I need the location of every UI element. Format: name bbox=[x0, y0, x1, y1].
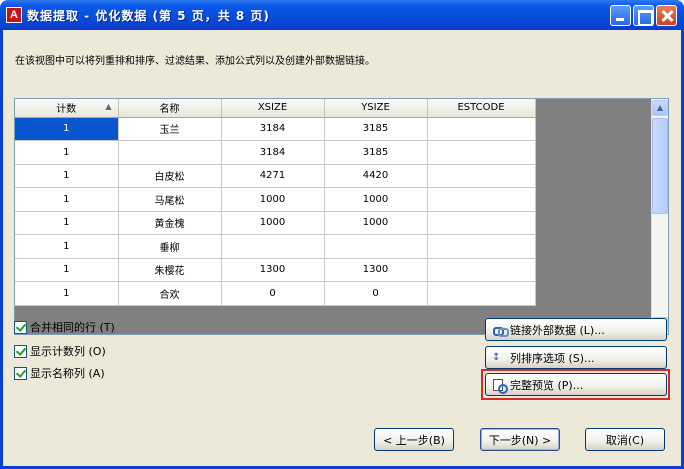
table-row[interactable]: 1 垂柳 bbox=[15, 234, 536, 259]
table-cell[interactable]: 1 bbox=[15, 234, 119, 259]
autocad-app-icon: A bbox=[6, 7, 22, 23]
merge-rows-option[interactable]: 合并相同的行 (T) bbox=[14, 319, 115, 335]
table-cell[interactable]: 垂柳 bbox=[118, 234, 222, 259]
table-cell[interactable] bbox=[118, 140, 222, 165]
table-cell[interactable]: 1 bbox=[15, 211, 119, 235]
table-cell[interactable] bbox=[427, 140, 536, 165]
column-header-count[interactable]: 计数 ▲ bbox=[15, 99, 119, 118]
data-grid[interactable]: 计数 ▲ 名称 XSIZE YSIZE ESTCODE 1 玉兰 3184 318… bbox=[14, 98, 669, 335]
scroll-up-icon[interactable]: ▲ bbox=[652, 100, 668, 116]
table-row[interactable]: 1 白皮松 4271 4420 bbox=[15, 164, 536, 188]
table-cell[interactable]: 1 bbox=[15, 140, 119, 165]
table-row[interactable]: 1 马尾松 1000 1000 bbox=[15, 187, 536, 212]
table-cell[interactable]: 1000 bbox=[324, 187, 428, 212]
column-header-estcode[interactable]: ESTCODE bbox=[427, 99, 536, 118]
table-cell[interactable]: 玉兰 bbox=[118, 117, 222, 141]
table-cell[interactable]: 马尾松 bbox=[118, 187, 222, 212]
table-cell[interactable]: 1300 bbox=[324, 258, 428, 282]
table-cell[interactable] bbox=[221, 234, 325, 259]
table-cell[interactable] bbox=[427, 187, 536, 212]
table-cell[interactable] bbox=[427, 258, 536, 282]
table-cell[interactable] bbox=[427, 281, 536, 306]
column-sort-options-label: 列排序选项 (S)... bbox=[510, 351, 595, 365]
show-name-label: 显示名称列 (A) bbox=[30, 367, 105, 380]
table-cell[interactable]: 1 bbox=[15, 258, 119, 282]
table-row[interactable]: 1 合欢 0 0 bbox=[15, 281, 536, 306]
close-button[interactable] bbox=[656, 5, 677, 26]
link-external-data-label: 链接外部数据 (L)... bbox=[510, 323, 605, 337]
table-cell[interactable] bbox=[427, 164, 536, 188]
table-row[interactable]: 1 玉兰 3184 3185 bbox=[15, 117, 536, 141]
table-cell[interactable] bbox=[427, 234, 536, 259]
instruction-text: 在该视图中可以将列重排和排序、过滤结果、添加公式列以及创建外部数据链接。 bbox=[15, 56, 375, 67]
cancel-button[interactable]: 取消(C) bbox=[585, 428, 665, 451]
scroll-thumb[interactable] bbox=[652, 118, 668, 214]
column-header-name[interactable]: 名称 bbox=[118, 99, 222, 118]
sort-icon: ↕ bbox=[492, 351, 501, 363]
back-button[interactable]: < 上一步(B) bbox=[374, 428, 454, 451]
table-row[interactable]: 1 3184 3185 bbox=[15, 140, 536, 165]
full-preview-button[interactable]: 完整预览 (P)... bbox=[485, 373, 667, 396]
merge-rows-checkbox[interactable] bbox=[14, 320, 27, 334]
next-button[interactable]: 下一步(N) > bbox=[480, 428, 560, 451]
column-sort-options-button[interactable]: ↕ 列排序选项 (S)... bbox=[485, 346, 667, 369]
table-cell[interactable]: 1 bbox=[15, 187, 119, 212]
table-cell[interactable] bbox=[324, 234, 428, 259]
link-icon bbox=[492, 323, 509, 337]
table-cell[interactable]: 白皮松 bbox=[118, 164, 222, 188]
link-external-data-button[interactable]: 链接外部数据 (L)... bbox=[485, 318, 667, 341]
table-cell[interactable]: 黄金槐 bbox=[118, 211, 222, 235]
table-row[interactable]: 1 黄金槐 1000 1000 bbox=[15, 211, 536, 235]
data-table: 计数 ▲ 名称 XSIZE YSIZE ESTCODE 1 玉兰 3184 318… bbox=[15, 99, 536, 306]
column-header-xsize[interactable]: XSIZE bbox=[221, 99, 325, 118]
show-count-option[interactable]: 显示计数列 (O) bbox=[14, 343, 106, 359]
preview-icon bbox=[492, 378, 508, 394]
show-count-checkbox[interactable] bbox=[14, 344, 27, 358]
table-cell[interactable]: 3184 bbox=[221, 117, 325, 141]
maximize-button[interactable] bbox=[633, 5, 654, 26]
show-name-checkbox[interactable] bbox=[14, 366, 27, 380]
vertical-scrollbar[interactable]: ▲ ▼ bbox=[651, 99, 668, 334]
table-cell[interactable]: 合欢 bbox=[118, 281, 222, 306]
table-cell[interactable]: 1300 bbox=[221, 258, 325, 282]
table-cell[interactable]: 1 bbox=[15, 164, 119, 188]
show-name-option[interactable]: 显示名称列 (A) bbox=[14, 365, 105, 381]
table-cell[interactable]: 朱樱花 bbox=[118, 258, 222, 282]
table-cell[interactable] bbox=[427, 211, 536, 235]
dialog-window: A 数据提取 - 优化数据 (第 5 页，共 8 页) 在该视图中可以将列重排和… bbox=[0, 0, 684, 469]
table-cell[interactable]: 4271 bbox=[221, 164, 325, 188]
table-cell[interactable]: 1000 bbox=[221, 187, 325, 212]
table-row[interactable]: 1 朱樱花 1300 1300 bbox=[15, 258, 536, 282]
table-cell[interactable]: 4420 bbox=[324, 164, 428, 188]
table-cell[interactable]: 1 bbox=[15, 281, 119, 306]
window-title: 数据提取 - 优化数据 (第 5 页，共 8 页) bbox=[27, 9, 270, 23]
column-header-ysize[interactable]: YSIZE bbox=[324, 99, 428, 118]
full-preview-label: 完整预览 (P)... bbox=[510, 378, 584, 392]
table-cell[interactable]: 1 bbox=[15, 117, 119, 141]
show-count-label: 显示计数列 (O) bbox=[30, 345, 106, 358]
table-cell[interactable]: 3185 bbox=[324, 140, 428, 165]
dialog-body: 在该视图中可以将列重排和排序、过滤结果、添加公式列以及创建外部数据链接。 计数 ▲… bbox=[3, 30, 681, 466]
table-cell[interactable]: 3184 bbox=[221, 140, 325, 165]
table-cell[interactable] bbox=[427, 117, 536, 141]
title-bar[interactable]: A 数据提取 - 优化数据 (第 5 页，共 8 页) bbox=[0, 0, 684, 30]
table-cell[interactable]: 3185 bbox=[324, 117, 428, 141]
minimize-button[interactable] bbox=[610, 5, 631, 26]
sort-ascending-icon: ▲ bbox=[105, 102, 112, 111]
table-cell[interactable]: 0 bbox=[221, 281, 325, 306]
merge-rows-label: 合并相同的行 (T) bbox=[30, 321, 115, 334]
table-cell[interactable]: 1000 bbox=[221, 211, 325, 235]
table-cell[interactable]: 1000 bbox=[324, 211, 428, 235]
table-cell[interactable]: 0 bbox=[324, 281, 428, 306]
